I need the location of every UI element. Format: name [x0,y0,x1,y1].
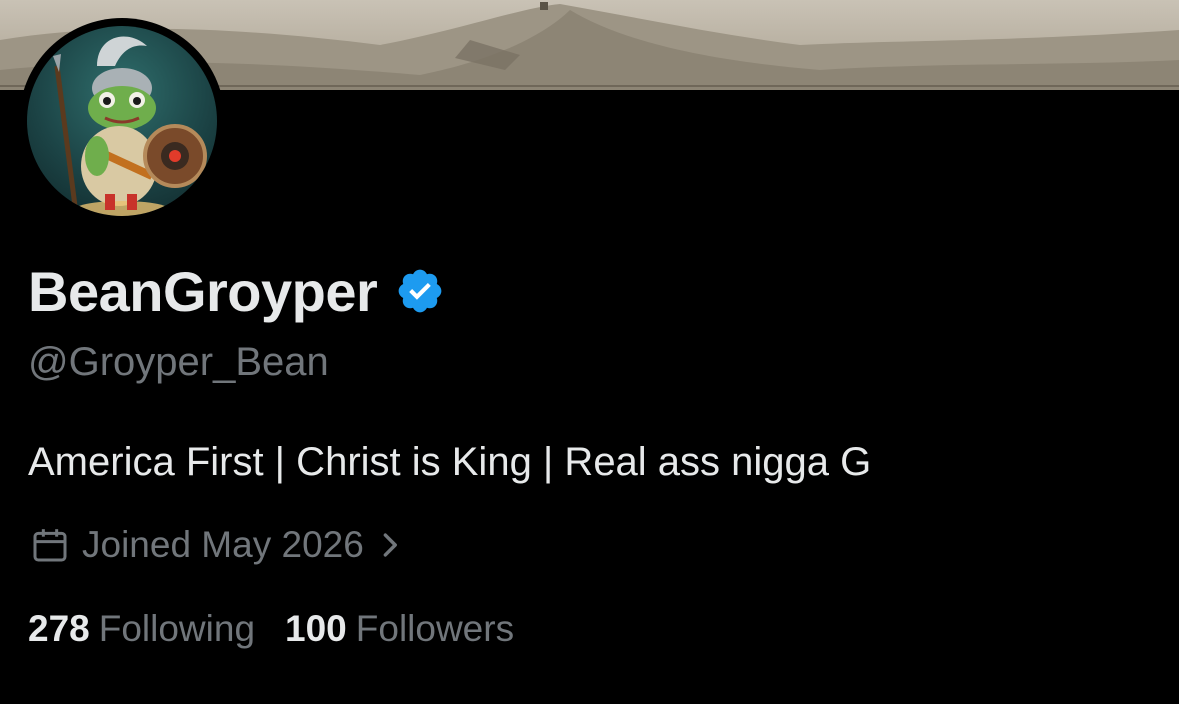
calendar-icon [30,525,70,565]
avatar[interactable] [19,18,225,224]
followers-link[interactable]: 100 Followers [285,608,514,650]
following-label: Following [98,608,256,649]
follow-stats: 278 Following 100 Followers [28,608,544,650]
followers-label: Followers [355,608,515,649]
following-link[interactable]: 278 Following [28,608,255,650]
profile-bio: America First | Christ is King | Real as… [28,440,872,484]
joined-date-row[interactable]: Joined May 2026 [30,522,404,568]
followers-count: 100 [285,608,347,649]
following-count: 278 [28,608,90,649]
avatar-image [27,26,217,216]
user-handle: @Groyper_Bean [28,340,329,384]
display-name: BeanGroyper [28,259,378,323]
display-name-row: BeanGroyper [28,258,445,324]
verified-badge-icon[interactable] [395,266,445,316]
chevron-right-icon[interactable] [378,528,404,562]
joined-date-text: Joined May 2026 [82,524,364,565]
